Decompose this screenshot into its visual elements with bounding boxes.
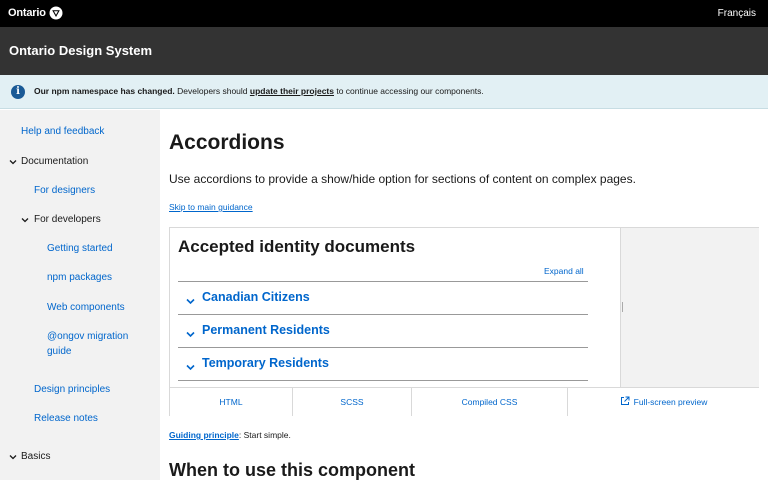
trillium-logo-icon xyxy=(49,6,63,20)
logo-text: Ontario xyxy=(8,7,46,19)
chevron-down-icon[interactable] xyxy=(21,216,29,224)
accordion-item-canadian-citizens[interactable]: Canadian Citizens xyxy=(178,282,588,314)
lead-paragraph: Use accordions to provide a show/hide op… xyxy=(169,172,636,186)
alert-bold-text: Our npm namespace has changed. xyxy=(34,86,175,96)
tab-full-screen-preview[interactable]: Full-screen preview xyxy=(568,388,759,416)
tab-label: SCSS xyxy=(340,397,364,407)
external-link-icon xyxy=(620,396,630,408)
component-preview: Accepted identity documents Expand all C… xyxy=(169,227,759,416)
site-header: Ontario Design System xyxy=(0,27,768,75)
skip-to-guidance-link[interactable]: Skip to main guidance xyxy=(169,202,253,212)
sidebar-item-help-and-feedback[interactable]: Help and feedback xyxy=(21,126,104,137)
sidebar-item-for-developers[interactable]: For developers xyxy=(34,214,101,225)
code-tabs: HTML SCSS Compiled CSS Full-screen previ… xyxy=(170,387,759,416)
page-title: Accordions xyxy=(169,131,285,154)
tab-scss[interactable]: SCSS xyxy=(293,388,412,416)
sidebar-item-design-principles[interactable]: Design principles xyxy=(34,384,110,395)
alert-message: Our npm namespace has changed. Developer… xyxy=(34,86,484,96)
sidebar-item-getting-started[interactable]: Getting started xyxy=(47,243,113,254)
main-content: Accordions Use accordions to provide a s… xyxy=(160,110,768,480)
sidebar-nav: Help and feedback Documentation For desi… xyxy=(0,110,160,480)
info-icon: i xyxy=(11,85,25,99)
alert-text-after: to continue accessing our components. xyxy=(333,86,484,96)
chevron-down-icon xyxy=(186,325,195,343)
resize-handle[interactable] xyxy=(622,302,624,312)
site-title[interactable]: Ontario Design System xyxy=(9,43,152,58)
guiding-principle-link[interactable]: Guiding principle xyxy=(169,430,239,440)
expand-all-button[interactable]: Expand all xyxy=(544,266,584,276)
accordion-item-temporary-residents[interactable]: Temporary Residents xyxy=(178,348,588,380)
accordion-item-permanent-residents[interactable]: Permanent Residents xyxy=(178,315,588,347)
tab-label: HTML xyxy=(219,397,243,407)
sidebar-item-npm-packages[interactable]: npm packages xyxy=(47,272,112,283)
ontario-logo[interactable]: Ontario xyxy=(8,6,63,20)
top-bar: Ontario Français xyxy=(0,0,768,27)
sidebar-item-documentation[interactable]: Documentation xyxy=(21,156,88,167)
accordion-group-heading: Accepted identity documents xyxy=(178,237,416,256)
chevron-down-icon[interactable] xyxy=(9,158,17,166)
tab-label: Compiled CSS xyxy=(461,397,518,407)
accordion-divider xyxy=(178,380,588,381)
update-projects-link[interactable]: update their projects xyxy=(250,86,334,96)
chevron-down-icon xyxy=(186,358,195,376)
tab-compiled-css[interactable]: Compiled CSS xyxy=(412,388,568,416)
info-alert-banner: i Our npm namespace has changed. Develop… xyxy=(0,75,768,109)
preview-frame: Accepted identity documents Expand all C… xyxy=(170,228,621,388)
sidebar-item-migration-guide[interactable]: @ongov migration xyxy=(47,331,128,342)
chevron-down-icon xyxy=(186,292,195,310)
section-heading: When to use this component xyxy=(169,460,415,480)
language-toggle-link[interactable]: Français xyxy=(718,8,756,19)
sidebar-item-for-designers[interactable]: For designers xyxy=(34,185,95,196)
alert-text-before: Developers should xyxy=(174,86,250,96)
preview-resize-area xyxy=(621,228,759,388)
tab-label: Full-screen preview xyxy=(633,397,708,407)
tab-html[interactable]: HTML xyxy=(170,388,293,416)
accordion-label: Canadian Citizens xyxy=(202,290,310,304)
accordion-label: Temporary Residents xyxy=(202,356,329,370)
guiding-principle: Guiding principle: Start simple. xyxy=(169,430,291,440)
sidebar-item-migration-guide-line2[interactable]: guide xyxy=(47,346,71,357)
guiding-principle-text: : Start simple. xyxy=(238,430,291,440)
sidebar-item-basics[interactable]: Basics xyxy=(21,451,50,462)
chevron-down-icon[interactable] xyxy=(9,453,17,461)
sidebar-item-release-notes[interactable]: Release notes xyxy=(34,413,98,424)
sidebar-item-web-components[interactable]: Web components xyxy=(47,302,125,313)
accordion-label: Permanent Residents xyxy=(202,323,330,337)
